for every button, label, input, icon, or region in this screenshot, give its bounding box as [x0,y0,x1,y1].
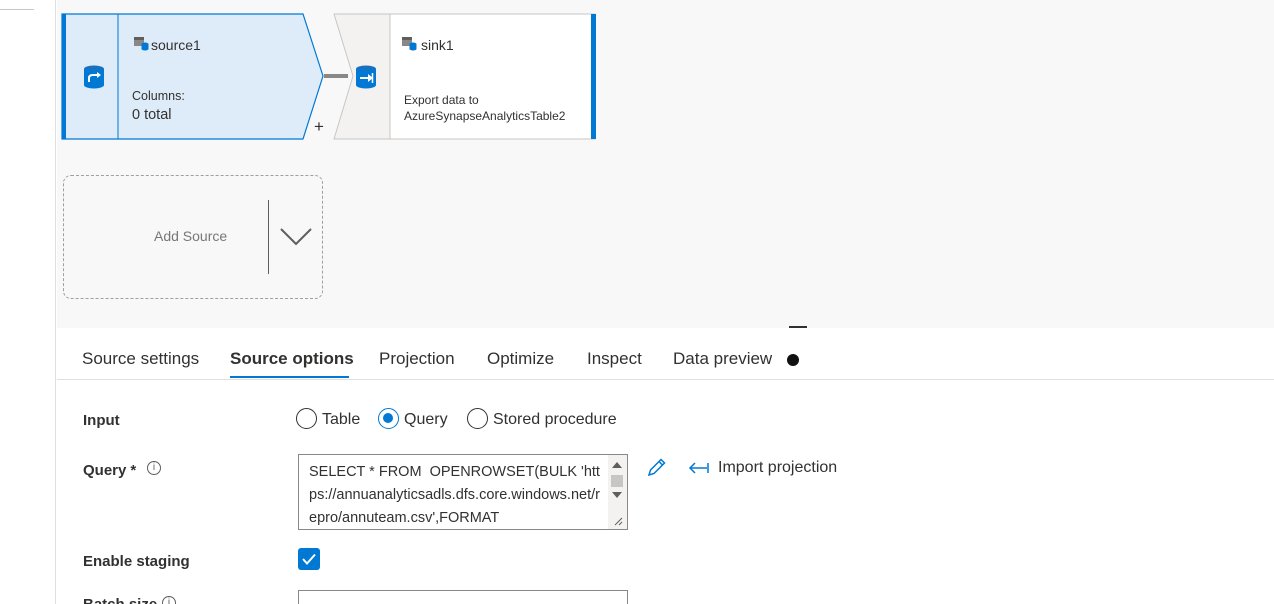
resize-grip-icon[interactable] [614,517,623,526]
query-textarea[interactable]: SELECT * FROM OPENROWSET(BULK 'https://a… [298,454,628,530]
enable-staging-checkbox[interactable] [298,548,320,570]
checkmark-icon [302,553,316,566]
sink1-description-line2: AzureSynapseAnalyticsTable2 [404,109,566,123]
tab-bar: Source settings Source options Projectio… [57,329,1274,380]
input-label: Input [83,412,120,429]
radio-circle-selected [378,408,399,429]
sink1-title: sink1 [421,37,454,53]
input-radio-table[interactable]: Table [296,408,366,430]
left-rail [0,0,56,604]
import-projection-button[interactable]: Import projection [688,458,848,480]
scroll-up-arrow-icon[interactable] [612,462,622,468]
radio-label-table: Table [322,411,361,428]
tab-source-settings[interactable]: Source settings [82,349,199,369]
tab-data-preview[interactable]: Data preview [673,349,772,369]
input-radio-query[interactable]: Query [378,408,452,430]
add-source-label: Add Source [154,228,228,244]
import-arrow-icon [688,462,709,474]
tab-inspect[interactable]: Inspect [587,349,642,369]
info-icon[interactable]: i [162,596,176,604]
add-transform-button[interactable]: + [314,117,324,137]
info-icon[interactable]: i [147,461,161,475]
scroll-down-arrow-icon[interactable] [612,492,622,498]
required-marker: * [130,462,137,479]
panel-splitter-handle[interactable] [789,326,807,328]
source1-node[interactable]: source1 Columns: 0 total [61,13,329,140]
import-projection-label: Import projection [718,459,838,476]
query-text: SELECT * FROM OPENROWSET(BULK 'https://a… [309,464,600,526]
sink-dataflow-icon [356,65,376,89]
add-source-button[interactable]: Add Source [63,175,323,299]
sink1-description-line1: Export data to [404,93,479,107]
query-label: Query * [83,462,136,479]
active-tab-indicator [230,376,349,378]
radio-label-stored-procedure: Stored procedure [493,411,617,428]
pencil-icon[interactable] [646,456,668,478]
query-label-text: Query [83,462,127,479]
source1-columns-label: Columns: [132,89,185,103]
add-source-divider [268,200,269,274]
batch-size-input[interactable] [298,590,628,604]
source1-columns-value: 0 total [132,107,172,123]
rail-divider [0,9,34,10]
data-flow-editor: source1 Columns: 0 total + sink1 Export … [0,0,1274,604]
tab-source-options[interactable]: Source options [230,349,354,369]
chevron-down-icon[interactable] [278,224,314,250]
scroll-thumb[interactable] [611,475,623,487]
radio-label-query: Query [404,411,448,428]
source1-title: source1 [151,37,201,53]
dataset-table-icon [402,37,417,51]
tab-projection[interactable]: Projection [379,349,455,369]
source-dataflow-icon [84,65,104,89]
data-preview-status-dot [787,354,799,366]
input-radio-stored-procedure[interactable]: Stored procedure [467,408,623,430]
tab-optimize[interactable]: Optimize [487,349,554,369]
sink1-node[interactable]: sink1 Export data to AzureSynapseAnalyti… [333,13,597,140]
radio-circle [296,408,317,429]
enable-staging-label: Enable staging [83,553,190,570]
data-flow-canvas[interactable]: source1 Columns: 0 total + sink1 Export … [57,0,1274,328]
radio-circle [467,408,488,429]
batch-size-label: Batch size [83,596,157,604]
dataset-table-icon [134,37,149,51]
